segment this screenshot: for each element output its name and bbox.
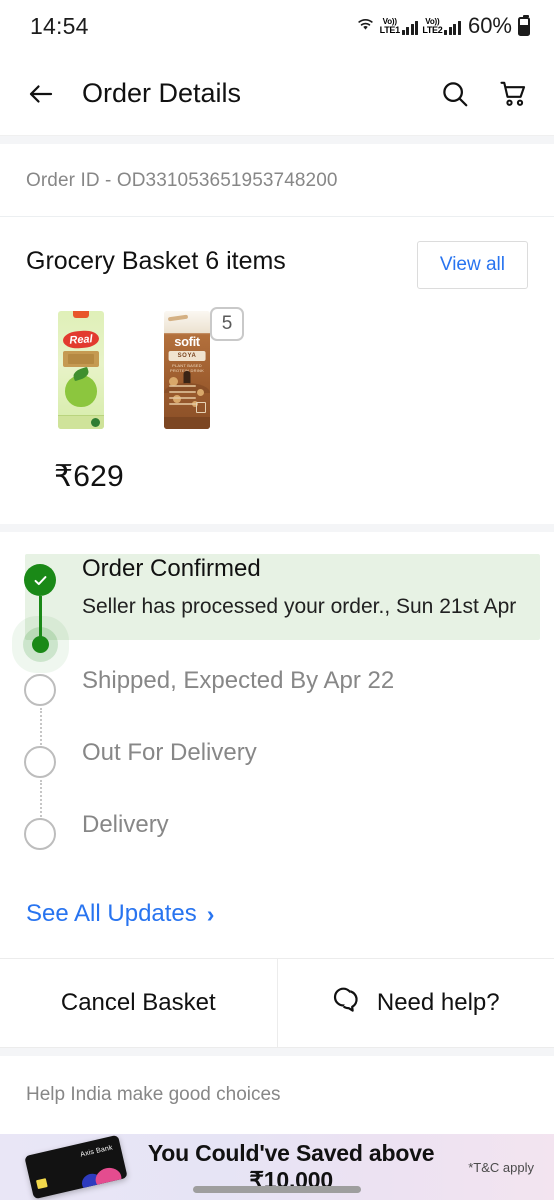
basket-header: Grocery Basket 6 items View all	[26, 241, 528, 289]
timeline-step-body: Out For Delivery	[82, 738, 277, 768]
basket-price: ₹629	[54, 460, 124, 493]
battery-icon	[518, 14, 530, 36]
timeline-step-title: Delivery	[82, 811, 169, 838]
order-details-screen: 14:54 Vo)) LTE1 Vo)) LTE2 60% Order Deta…	[0, 0, 554, 1200]
timeline-step-out-for-delivery[interactable]: Out For Delivery	[0, 738, 554, 820]
status-pending-circle-icon	[24, 674, 56, 706]
banner-terms: *T&C apply	[468, 1159, 534, 1175]
carton-footer	[164, 417, 210, 429]
guava-illustration	[65, 375, 97, 407]
sim2-indicator: Vo)) LTE2	[422, 16, 461, 35]
timeline-step-body: Order Confirmed Seller has processed you…	[82, 554, 536, 620]
status-pending-circle-icon	[24, 818, 56, 850]
timeline-connector-solid	[39, 596, 42, 648]
status-bar: 14:54 Vo)) LTE1 Vo)) LTE2 60%	[0, 0, 554, 52]
see-all-updates-row: See All Updates ›	[0, 878, 554, 958]
carton-footer	[58, 415, 104, 429]
timeline-step-body: Shipped, Expected By Apr 22	[82, 666, 414, 696]
basket-section: Grocery Basket 6 items View all Real sof…	[0, 217, 554, 524]
status-time: 14:54	[30, 12, 89, 39]
credit-card-image: Axis Bank	[24, 1134, 128, 1200]
sim1-volte-label: Vo)) LTE1	[379, 16, 400, 35]
cancel-basket-label: Cancel Basket	[60, 989, 216, 1016]
timeline-step-body: Delivery	[82, 810, 189, 840]
home-indicator[interactable]	[193, 1186, 361, 1193]
card-decoration	[35, 1178, 48, 1190]
status-pending-circle-icon	[24, 746, 56, 778]
chat-bubbles-icon	[332, 986, 363, 1021]
real-variant-band	[63, 351, 99, 367]
view-all-button[interactable]: View all	[416, 241, 528, 289]
order-id-label: Order ID - OD331053651953748200	[26, 170, 338, 191]
order-status-timeline: Order Confirmed Seller has processed you…	[0, 532, 554, 878]
section-gap-top	[0, 136, 554, 144]
timeline-step-delivery[interactable]: Delivery	[0, 810, 554, 866]
veg-mark-icon	[196, 402, 206, 413]
search-icon[interactable]	[440, 79, 470, 109]
back-arrow-icon[interactable]	[26, 79, 56, 109]
sim1-signal-bars	[401, 20, 419, 35]
product-thumbnails: Real sofit SOYA PLANT BASED PROTEIN DRIN…	[26, 307, 528, 429]
sofit-soya-carton-image: sofit SOYA PLANT BASED PROTEIN DRINK	[164, 311, 210, 429]
order-id-row: Order ID - OD331053651953748200	[0, 144, 554, 216]
basket-title: Grocery Basket 6 items	[26, 247, 286, 275]
additional-items-badge: 5	[210, 307, 244, 341]
good-choices-label: Help India make good choices	[26, 1084, 281, 1105]
timeline-step-shipped[interactable]: Shipped, Expected By Apr 22	[0, 666, 554, 748]
cancel-basket-button[interactable]: Cancel Basket	[0, 959, 277, 1047]
sim2-volte-label: Vo)) LTE2	[422, 16, 443, 35]
app-bar: Order Details	[0, 52, 554, 136]
sim1-indicator: Vo)) LTE1	[379, 16, 419, 35]
sim2-signal-bars	[444, 20, 461, 35]
timeline-connector-dotted	[40, 780, 42, 820]
battery-percent: 60%	[467, 13, 512, 38]
product-thumbnail-real[interactable]: Real	[58, 311, 104, 429]
real-brand-logo: Real	[62, 329, 100, 350]
timeline-step-title: Order Confirmed	[82, 555, 261, 582]
carton-cap	[73, 311, 89, 318]
status-check-icon	[24, 564, 56, 596]
section-gap-footer	[0, 1048, 554, 1056]
promotional-banner[interactable]: Axis Bank You Could've Saved above ₹10.0…	[0, 1134, 554, 1200]
timeline-step-title: Shipped, Expected By Apr 22	[82, 667, 395, 694]
timeline-step-subtitle: Seller has processed your order., Sun 21…	[82, 595, 517, 618]
timeline-current-position	[0, 636, 554, 666]
need-help-button[interactable]: Need help?	[276, 959, 554, 1047]
sofit-variant-pill: SOYA	[168, 351, 206, 361]
timeline-step-title: Out For Delivery	[82, 739, 257, 766]
timeline-step-order-confirmed[interactable]: Order Confirmed Seller has processed you…	[0, 554, 554, 648]
app-bar-actions	[440, 79, 530, 109]
need-help-label: Need help?	[376, 989, 500, 1016]
wifi-icon	[355, 15, 376, 37]
cart-icon[interactable]	[498, 79, 530, 109]
real-juice-carton-image: Real	[58, 311, 104, 429]
chevron-right-icon: ›	[206, 900, 215, 927]
status-indicators: Vo)) LTE1 Vo)) LTE2 60%	[355, 13, 530, 39]
order-action-bar: Cancel Basket Need help?	[0, 958, 554, 1048]
product-thumbnail-sofit[interactable]: sofit SOYA PLANT BASED PROTEIN DRINK 5	[164, 307, 244, 429]
sofit-brand-logo: sofit	[174, 334, 200, 349]
section-gap-timeline	[0, 524, 554, 532]
see-all-updates-link[interactable]: See All Updates ›	[26, 900, 214, 928]
good-choices-row: Help India make good choices	[0, 1056, 554, 1135]
see-all-updates-label: See All Updates	[26, 900, 197, 927]
timeline-connector-dotted	[40, 708, 42, 748]
page-title: Order Details	[82, 78, 242, 108]
card-brand-label: Axis Bank	[79, 1144, 114, 1159]
